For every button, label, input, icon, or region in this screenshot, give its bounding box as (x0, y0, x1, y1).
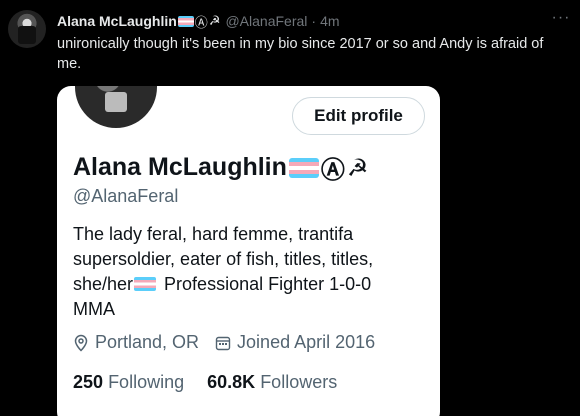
location-text: Portland, OR (95, 332, 200, 352)
tweet-header: Alana McLaughlin Ⓐ ☭ @AlanaFeral · 4m (57, 12, 340, 31)
handle[interactable]: @AlanaFeral (225, 13, 307, 29)
trans-flag-icon (177, 15, 194, 27)
followers-count: 60.8K (207, 372, 256, 392)
edit-profile-button: Edit profile (292, 97, 425, 135)
attached-image[interactable]: Edit profile Alana McLaughlin Ⓐ ☭ @Alana… (57, 86, 440, 416)
anarchy-icon: Ⓐ (320, 156, 345, 184)
profile-bio: The lady feral, hard femme, trantifa sup… (73, 222, 413, 322)
hammer-sickle-icon: ☭ (346, 153, 369, 182)
more-options-icon[interactable]: ··· (551, 10, 571, 30)
tweet-text: unironically though it's been in my bio … (57, 36, 544, 72)
tweet[interactable]: Alana McLaughlin Ⓐ ☭ @AlanaFeral · 4m ··… (0, 0, 580, 416)
calendar-icon (215, 335, 231, 351)
profile-name-text: Alana McLaughlin (73, 153, 287, 181)
profile-meta: Portland, OR Joined April 2016 (73, 332, 391, 353)
hammer-sickle-icon: ☭ (208, 13, 221, 29)
location-pin-icon (73, 334, 89, 352)
name-symbols: Ⓐ ☭ (177, 12, 221, 31)
join-date-text: Joined April 2016 (237, 332, 376, 352)
avatar[interactable] (8, 10, 46, 48)
anarchy-icon: Ⓐ (194, 15, 208, 31)
trans-flag-icon (288, 157, 319, 178)
timestamp[interactable]: 4m (320, 13, 339, 29)
profile-avatar (75, 86, 157, 128)
followers-label: Followers (260, 372, 338, 392)
trans-flag-icon (134, 277, 157, 291)
followers-stat: 60.8K Followers (207, 372, 337, 392)
following-stat: 250 Following (73, 372, 184, 392)
profile-name: Alana McLaughlin Ⓐ ☭ (73, 150, 368, 185)
location: Portland, OR (73, 332, 199, 353)
join-date: Joined April 2016 (215, 332, 375, 353)
following-count: 250 (73, 372, 104, 392)
separator: · (311, 13, 317, 29)
following-label: Following (108, 372, 185, 392)
profile-stats: 250 Following 60.8K Followers (73, 372, 355, 393)
profile-handle: @AlanaFeral (73, 186, 179, 206)
display-name[interactable]: Alana McLaughlin (57, 13, 177, 29)
